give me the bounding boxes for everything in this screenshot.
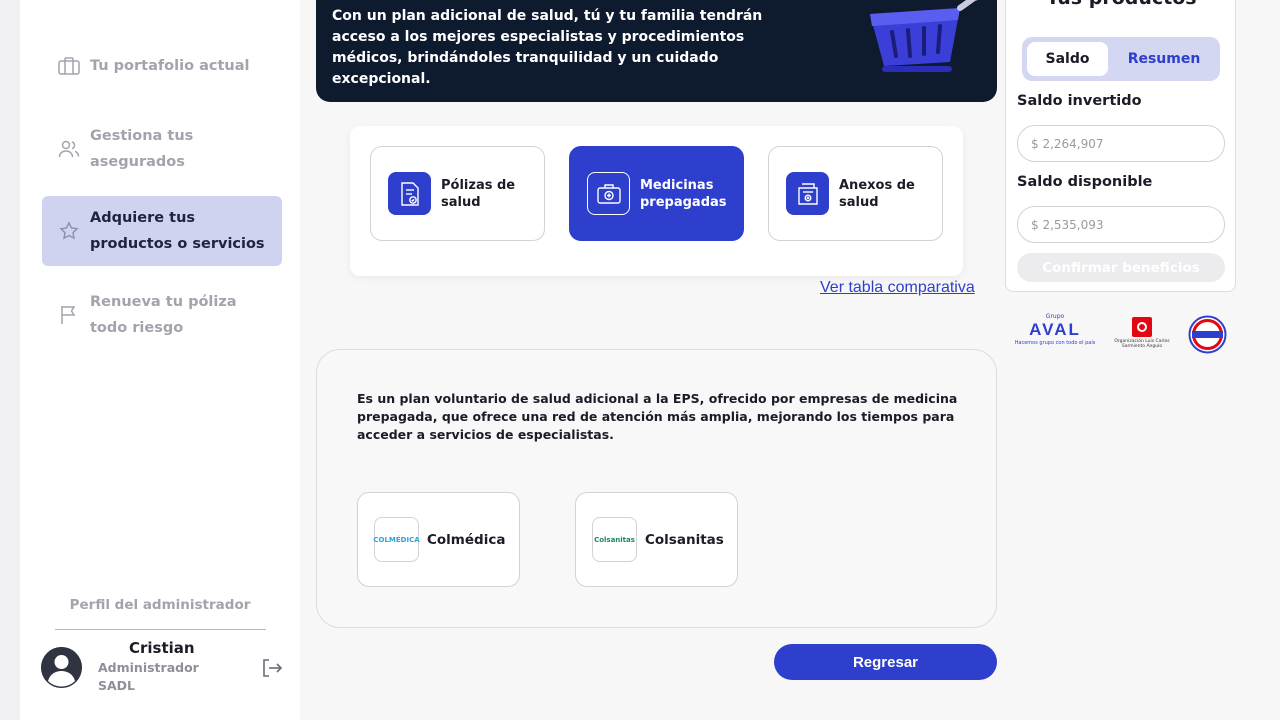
product-description: Es un plan voluntario de salud adicional… [357,391,958,442]
health-annex-icon [786,172,829,215]
user-name: Cristian [129,639,195,657]
product-description-panel: Es un plan voluntario de salud adicional… [316,349,997,628]
product-card-health-annexes[interactable]: Anexos de salud [768,146,943,241]
tab-balance[interactable]: Saldo [1027,42,1108,76]
sidebar-item-insured[interactable]: Gestiona tus asegurados [42,123,282,175]
medical-kit-icon [587,172,630,215]
sidebar-item-portfolio[interactable]: Tu portafolio actual [42,53,282,79]
summary-tabs: Saldo Resumen [1022,37,1220,81]
star-icon [58,220,80,242]
shopping-cart-icon [864,0,994,76]
window-edge [0,0,20,720]
sidebar-item-renew[interactable]: Renueva tu póliza todo riesgo [42,289,282,341]
sidebar-item-products[interactable]: Adquiere tus productos o servicios [42,196,282,266]
avatar [41,647,82,688]
invested-balance-label: Saldo invertido [1017,93,1142,109]
sidebar-item-label: Tu portafolio actual [90,58,250,74]
sidebar-item-label: Adquiere tus productos o servicios [90,210,265,252]
promo-banner: Con un plan adicional de salud, tú y tu … [316,0,997,102]
available-balance-label: Saldo disponible [1017,174,1153,190]
divider [55,629,266,630]
colmedica-logo: COLMÉDICA [373,517,420,562]
available-balance-field[interactable] [1017,206,1225,243]
sidebar: Tu portafolio actual Gestiona tus asegur… [20,0,300,720]
users-icon [58,138,80,160]
tab-summary[interactable]: Resumen [1114,42,1214,76]
provider-card-colsanitas[interactable]: Colsanitas Colsanitas [575,492,738,587]
sidebar-item-label: Gestiona tus asegurados [90,128,194,170]
back-button[interactable]: Regresar [774,644,997,680]
grupo-aval-logo: Grupo AVAL Hacemos grupo con todo el paí… [1014,313,1096,346]
user-role: Administrador [98,660,199,675]
product-card-prepaid-medicine[interactable]: Medicinas prepagadas [569,146,744,241]
product-type-panel: Pólizas de salud Medicinas prepagadas An… [350,126,963,276]
flag-icon [58,304,80,326]
product-card-policies[interactable]: Pólizas de salud [370,146,545,241]
logout-icon[interactable] [261,657,283,679]
briefcase-icon [58,55,80,77]
provider-card-colmedica[interactable]: COLMÉDICA Colmédica [357,492,520,587]
colsanitas-logo: Colsanitas [592,517,637,562]
confirm-benefits-button[interactable]: Confirmar beneficios [1017,253,1225,282]
sidebar-item-label: Renueva tu póliza todo riesgo [90,294,237,336]
product-label: Pólizas de salud [441,177,516,210]
product-label: Medicinas prepagadas [640,177,727,210]
sarmiento-organization-logo: Organización Luis Carlos Sarmiento Angul… [1112,313,1172,355]
aval-badge-logo [1188,313,1227,355]
provider-name: Colmédica [427,531,506,548]
comparison-table-link[interactable]: Ver tabla comparativa [820,279,975,297]
product-label: Anexos de salud [839,177,915,210]
panel-title: Tus productos [1006,0,1237,9]
products-summary-panel: Tus productos Saldo Resumen Saldo invert… [1005,0,1236,292]
banner-text: Con un plan adicional de salud, tú y tu … [332,8,763,87]
user-org: SADL [98,678,136,693]
policy-document-icon [388,172,431,215]
provider-name: Colsanitas [645,531,724,548]
profile-section-title: Perfil del administrador [69,597,251,613]
invested-balance-field[interactable] [1017,125,1225,162]
